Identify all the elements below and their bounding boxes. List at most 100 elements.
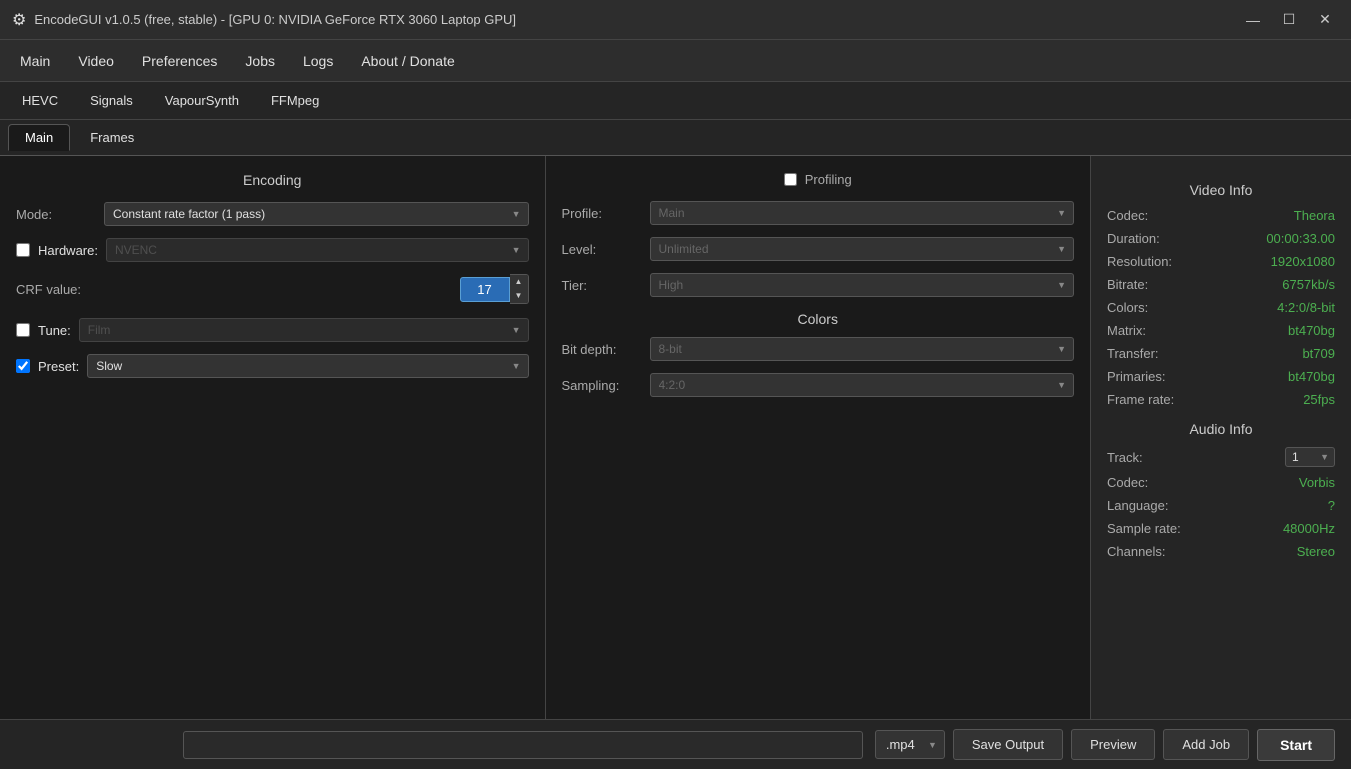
duration-label: Duration: (1107, 231, 1160, 246)
menu-item-about-donate[interactable]: About / Donate (349, 47, 466, 75)
sampling-row: Sampling: 4:2:0 4:2:2 4:4:4 (562, 373, 1075, 397)
audio-codec-row: Codec: Vorbis (1107, 475, 1335, 490)
preset-select[interactable]: Slow Medium Fast Ultrafast (87, 354, 528, 378)
title-bar: ⚙ EncodeGUI v1.0.5 (free, stable) - [GPU… (0, 0, 1351, 40)
preview-button[interactable]: Preview (1071, 729, 1155, 760)
matrix-label: Matrix: (1107, 323, 1146, 338)
main-content: Encoding Mode: Constant rate factor (1 p… (0, 156, 1351, 719)
title-bar-controls: — ☐ ✕ (1239, 8, 1339, 32)
sample-rate-value: 48000Hz (1283, 521, 1335, 536)
hardware-label: Hardware: (38, 243, 98, 258)
mode-label: Mode: (16, 207, 96, 222)
menu-bar: Main Video Preferences Jobs Logs About /… (0, 40, 1351, 82)
transfer-row: Transfer: bt709 (1107, 346, 1335, 361)
menu-item-preferences[interactable]: Preferences (130, 47, 229, 75)
bitrate-row: Bitrate: 6757kb/s (1107, 277, 1335, 292)
preset-checkbox[interactable] (16, 359, 30, 373)
tune-select[interactable]: Film Animation Grain None (79, 318, 529, 342)
sub-menu-signals[interactable]: Signals (76, 88, 147, 113)
duration-value: 00:00:33.00 (1266, 231, 1335, 246)
profile-select-wrapper: Main High High 10 (650, 201, 1075, 225)
start-button[interactable]: Start (1257, 729, 1335, 761)
info-panel: Video Info Codec: Theora Duration: 00:00… (1091, 156, 1351, 719)
bitrate-value: 6757kb/s (1282, 277, 1335, 292)
tune-checkbox[interactable] (16, 323, 30, 337)
format-select[interactable]: .mp4 .mkv .avi .mov (875, 730, 945, 759)
profiling-label: Profiling (805, 172, 852, 187)
sample-rate-row: Sample rate: 48000Hz (1107, 521, 1335, 536)
hardware-select[interactable]: NVENC QuickSync AMF (106, 238, 529, 262)
app-title: EncodeGUI v1.0.5 (free, stable) - [GPU 0… (34, 12, 516, 27)
preset-row: Preset: Slow Medium Fast Ultrafast (16, 354, 529, 378)
profiling-colors-panel: Profiling Profile: Main High High 10 Lev… (546, 156, 1092, 719)
hardware-checkbox[interactable] (16, 243, 30, 257)
menu-item-video[interactable]: Video (66, 47, 126, 75)
crf-down-button[interactable]: ▼ (510, 289, 528, 303)
transfer-value: bt709 (1302, 346, 1335, 361)
matrix-row: Matrix: bt470bg (1107, 323, 1335, 338)
minimize-button[interactable]: — (1239, 8, 1267, 32)
bit-depth-label: Bit depth: (562, 342, 642, 357)
menu-item-jobs[interactable]: Jobs (233, 47, 287, 75)
menu-item-main[interactable]: Main (8, 47, 62, 75)
sampling-select[interactable]: 4:2:0 4:2:2 4:4:4 (650, 373, 1075, 397)
tune-row: Tune: Film Animation Grain None (16, 318, 529, 342)
hardware-row: Hardware: NVENC QuickSync AMF (16, 238, 529, 262)
video-codec-value: Theora (1294, 208, 1335, 223)
mode-select[interactable]: Constant rate factor (1 pass) 2 pass Bit… (104, 202, 529, 226)
audio-codec-label: Codec: (1107, 475, 1148, 490)
crf-up-button[interactable]: ▲ (510, 275, 528, 289)
level-select[interactable]: Unlimited 3.0 4.0 4.1 5.0 (650, 237, 1075, 261)
transfer-label: Transfer: (1107, 346, 1159, 361)
save-output-button[interactable]: Save Output (953, 729, 1063, 760)
bottom-bar: .mp4 .mkv .avi .mov ▼ Save Output Previe… (0, 719, 1351, 769)
maximize-button[interactable]: ☐ (1275, 8, 1303, 32)
hardware-select-wrapper: NVENC QuickSync AMF (106, 238, 529, 262)
mode-select-wrapper: Constant rate factor (1 pass) 2 pass Bit… (104, 202, 529, 226)
profile-row: Profile: Main High High 10 (562, 201, 1075, 225)
crf-row: CRF value: ▲ ▼ (16, 274, 529, 304)
language-label: Language: (1107, 498, 1168, 513)
bit-depth-row: Bit depth: 8-bit 10-bit 12-bit (562, 337, 1075, 361)
app-icon: ⚙ (12, 10, 26, 30)
track-label: Track: (1107, 450, 1143, 465)
video-codec-row: Codec: Theora (1107, 208, 1335, 223)
tier-row: Tier: High Main (562, 273, 1075, 297)
output-path-input[interactable] (183, 731, 863, 759)
menu-item-logs[interactable]: Logs (291, 47, 345, 75)
matrix-value: bt470bg (1288, 323, 1335, 338)
tab-frames[interactable]: Frames (74, 125, 150, 150)
sub-menu-hevc[interactable]: HEVC (8, 88, 72, 113)
profiling-checkbox[interactable] (784, 173, 797, 186)
sampling-label: Sampling: (562, 378, 642, 393)
colors-row: Colors: 4:2:0/8-bit (1107, 300, 1335, 315)
bit-depth-select[interactable]: 8-bit 10-bit 12-bit (650, 337, 1075, 361)
channels-value: Stereo (1297, 544, 1335, 559)
colors-label: Colors: (1107, 300, 1148, 315)
colors-section-title: Colors (562, 311, 1075, 327)
tier-select-wrapper: High Main (650, 273, 1075, 297)
sub-menu-ffmpeg[interactable]: FFMpeg (257, 88, 333, 113)
colors-value: 4:2:0/8-bit (1277, 300, 1335, 315)
title-bar-left: ⚙ EncodeGUI v1.0.5 (free, stable) - [GPU… (12, 10, 516, 30)
frame-rate-value: 25fps (1303, 392, 1335, 407)
tier-select[interactable]: High Main (650, 273, 1075, 297)
primaries-label: Primaries: (1107, 369, 1166, 384)
profile-label: Profile: (562, 206, 642, 221)
close-button[interactable]: ✕ (1311, 8, 1339, 32)
frame-rate-label: Frame rate: (1107, 392, 1174, 407)
preset-label: Preset: (38, 359, 79, 374)
add-job-button[interactable]: Add Job (1163, 729, 1249, 760)
resolution-row: Resolution: 1920x1080 (1107, 254, 1335, 269)
profiling-toggle-row: Profiling (562, 172, 1075, 187)
crf-label: CRF value: (16, 282, 81, 297)
language-row: Language: ? (1107, 498, 1335, 513)
tune-label: Tune: (38, 323, 71, 338)
sub-menu-vapoursynth[interactable]: VapourSynth (151, 88, 253, 113)
tab-main[interactable]: Main (8, 124, 70, 151)
crf-input-wrapper: ▲ ▼ (460, 274, 529, 304)
duration-row: Duration: 00:00:33.00 (1107, 231, 1335, 246)
profile-select[interactable]: Main High High 10 (650, 201, 1075, 225)
crf-input[interactable] (460, 277, 510, 302)
track-select[interactable]: 1 2 (1285, 447, 1335, 467)
